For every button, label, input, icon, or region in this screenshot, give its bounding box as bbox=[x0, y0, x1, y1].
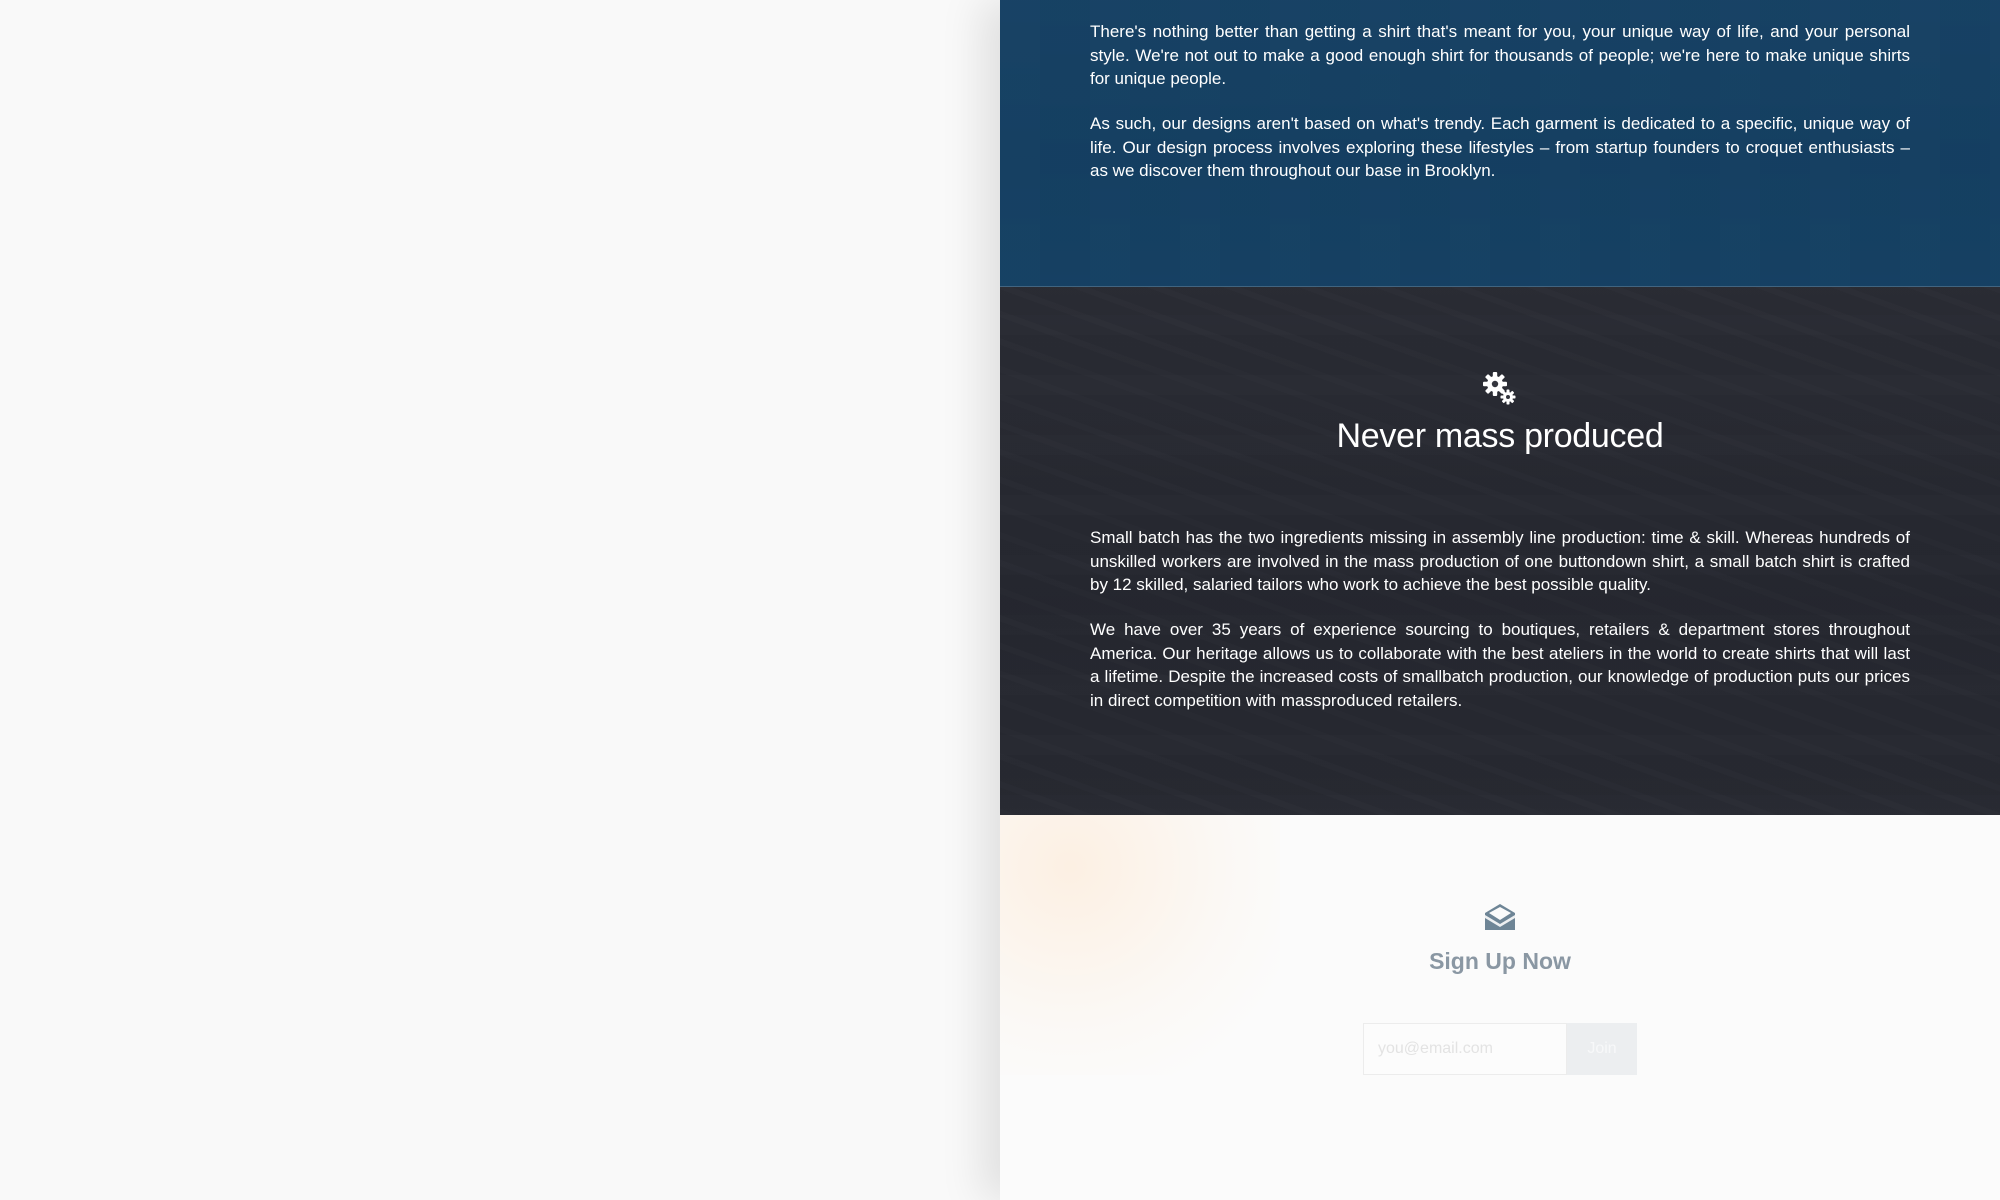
intro-paragraph: There's nothing better than getting a sh… bbox=[1090, 22, 1910, 88]
signup-title: Sign Up Now bbox=[1429, 948, 1571, 974]
intro-section: There's nothing better than getting a sh… bbox=[1000, 0, 2000, 287]
section-title: Never mass produced bbox=[1336, 417, 1664, 455]
gears-icon bbox=[1483, 372, 1516, 405]
production-section: Never mass produced Small batch has the … bbox=[1000, 287, 2000, 815]
intro-paragraph: As such, our designs aren't based on wha… bbox=[1090, 114, 1910, 180]
production-paragraph: We have over 35 years of experience sour… bbox=[1090, 620, 1910, 710]
signup-section: Sign Up Now Join bbox=[1000, 815, 2000, 1200]
email-input[interactable] bbox=[1363, 1023, 1567, 1075]
content-panel: There's nothing better than getting a sh… bbox=[1000, 0, 2000, 1200]
signup-form: Join bbox=[1363, 1023, 1637, 1075]
envelope-open-icon bbox=[1485, 904, 1515, 930]
production-paragraph: Small batch has the two ingredients miss… bbox=[1090, 528, 1910, 594]
background-fade bbox=[1000, 815, 1280, 1075]
join-button[interactable]: Join bbox=[1567, 1023, 1637, 1075]
